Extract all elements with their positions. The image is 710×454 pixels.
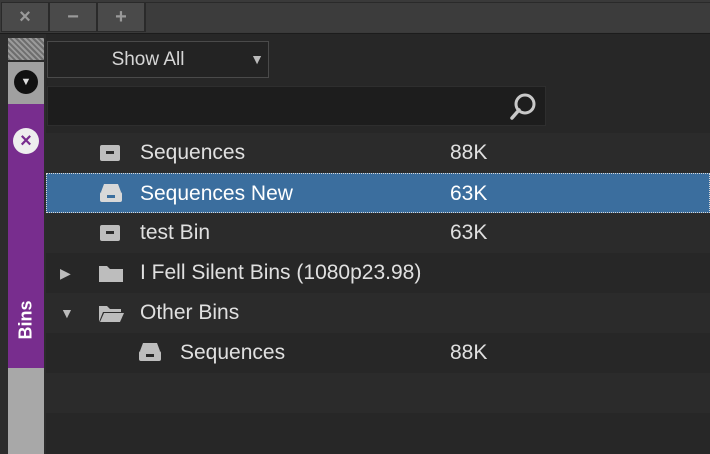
search-icon[interactable] xyxy=(509,92,539,122)
folder-row[interactable]: ▶ I Fell Silent Bins (1080p23.98) xyxy=(46,253,710,293)
side-tab-strip: ▼ × Bins xyxy=(0,34,46,454)
close-tab-icon[interactable]: × xyxy=(13,128,39,154)
bin-size: 88K xyxy=(450,341,488,364)
strip-filler xyxy=(8,368,44,454)
bin-name: Sequences xyxy=(180,341,286,364)
folder-name: Other Bins xyxy=(140,301,240,324)
search-input[interactable] xyxy=(47,86,546,126)
tab-menu-button[interactable]: ▼ xyxy=(8,62,44,104)
bins-tab-label: Bins xyxy=(15,300,36,340)
chevron-down-icon: ▼ xyxy=(14,70,38,94)
bin-size: 63K xyxy=(450,182,488,205)
folder-open-icon xyxy=(99,306,124,322)
bin-row-selected[interactable]: Sequences New 63K xyxy=(46,173,710,213)
add-panel-button[interactable]: + xyxy=(97,2,145,32)
empty-row xyxy=(46,373,710,413)
folder-row[interactable]: ▼ Other Bins xyxy=(46,293,710,333)
bin-name: Sequences xyxy=(140,141,246,164)
bin-size: 63K xyxy=(450,221,488,244)
show-filter-dropdown[interactable]: Show All ▼ xyxy=(47,41,269,78)
bin-row[interactable]: test Bin 63K xyxy=(46,213,710,253)
titlebar-empty-area xyxy=(145,2,710,32)
bin-name: Sequences New xyxy=(140,182,293,205)
bin-row[interactable]: Sequences 88K xyxy=(46,333,710,373)
drag-handle[interactable] xyxy=(8,38,44,60)
close-panel-button[interactable]: × xyxy=(1,2,49,32)
bin-icon xyxy=(100,225,120,241)
filter-selected-value: Show All xyxy=(111,49,185,70)
bins-tab[interactable]: × Bins xyxy=(8,104,44,368)
dropdown-arrow-icon: ▼ xyxy=(250,51,264,67)
panel-titlebar: × − + xyxy=(0,0,710,34)
bin-name: test Bin xyxy=(140,221,211,244)
bin-size: 88K xyxy=(450,141,488,164)
minimize-panel-button[interactable]: − xyxy=(49,2,97,32)
bin-list: Sequences 88K Sequences New 63K test Bin… xyxy=(46,133,710,454)
collapse-arrow-icon[interactable]: ▼ xyxy=(60,293,74,333)
bin-icon xyxy=(100,145,120,161)
folder-closed-icon xyxy=(99,266,123,282)
bin-open-icon xyxy=(100,184,122,202)
empty-row xyxy=(46,413,710,454)
expand-arrow-icon[interactable]: ▶ xyxy=(60,253,71,293)
bin-open-icon xyxy=(139,343,161,361)
folder-name: I Fell Silent Bins (1080p23.98) xyxy=(140,261,422,284)
bin-row[interactable]: Sequences 88K xyxy=(46,133,710,173)
